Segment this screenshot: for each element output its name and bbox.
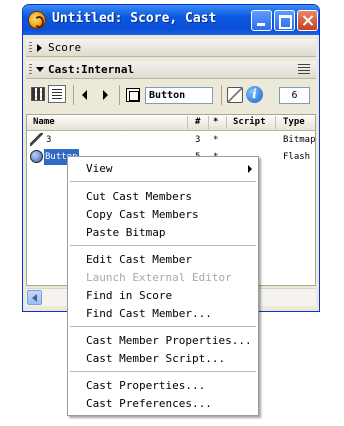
menu-item-cast-member-properties[interactable]: Cast Member Properties... — [86, 333, 252, 349]
director-app-icon[interactable] — [28, 11, 46, 29]
menu-separator — [70, 326, 256, 327]
menu-item-cast-preferences[interactable]: Cast Preferences... — [86, 396, 212, 412]
menu-item-cast-properties[interactable]: Cast Properties... — [86, 378, 205, 394]
row-type: Bitmap — [283, 135, 316, 145]
toolbar-divider — [73, 85, 74, 105]
table-row[interactable]: 3 3 * Bitmap — [27, 132, 315, 148]
row-name: 3 — [46, 135, 52, 145]
maximize-button[interactable] — [274, 10, 295, 31]
context-menu: View Cut Cast Members Copy Cast Members … — [67, 156, 259, 416]
column-header-number[interactable]: # — [195, 115, 200, 130]
member-number-field: 6 — [279, 87, 310, 104]
info-icon[interactable]: i — [246, 86, 263, 103]
flash-button-icon — [30, 150, 43, 163]
column-header-type[interactable]: Type — [283, 115, 305, 130]
menu-item-launch-external-editor: Launch External Editor — [86, 271, 232, 284]
row-number: 3 — [195, 135, 201, 145]
thumbnail-view-icon[interactable] — [31, 87, 45, 101]
window-title: Untitled: Score, Cast — [52, 11, 217, 26]
menu-separator — [70, 245, 256, 246]
drag-member-icon[interactable] — [126, 88, 140, 102]
column-divider[interactable] — [208, 116, 209, 129]
toolbar-divider — [119, 85, 120, 105]
score-panel-header[interactable]: Score — [26, 39, 316, 57]
grip-icon[interactable] — [29, 64, 32, 75]
column-header-star[interactable]: * — [213, 115, 218, 130]
member-name-field[interactable]: Button — [145, 87, 213, 104]
menu-separator — [70, 371, 256, 372]
column-header-name[interactable]: Name — [33, 115, 55, 130]
menu-separator — [70, 181, 256, 182]
close-button[interactable] — [297, 10, 318, 31]
row-type: Flash ( — [283, 152, 315, 162]
menu-item-cast-member-script[interactable]: Cast Member Script... — [86, 351, 225, 367]
row-star: * — [213, 135, 219, 145]
cast-panel-header[interactable]: Cast:Internal — [26, 61, 316, 79]
next-member-icon[interactable] — [103, 90, 108, 100]
column-divider[interactable] — [275, 116, 276, 129]
submenu-arrow-icon — [248, 165, 252, 173]
options-menu-icon[interactable] — [298, 64, 310, 74]
toolbar-divider — [221, 85, 222, 105]
script-icon[interactable] — [227, 87, 243, 103]
list-header: Name # * Script Type — [27, 115, 315, 131]
menu-item-paste-bitmap[interactable]: Paste Bitmap — [86, 225, 165, 241]
cast-panel-label: Cast:Internal — [48, 63, 135, 76]
column-divider[interactable] — [187, 116, 188, 129]
column-divider[interactable] — [226, 116, 227, 129]
title-bar[interactable]: Untitled: Score, Cast — [23, 5, 319, 35]
menu-item-copy-cast-members[interactable]: Copy Cast Members — [86, 207, 199, 223]
collapse-arrow-icon[interactable] — [36, 67, 44, 72]
menu-item-find-in-score[interactable]: Find in Score — [86, 288, 172, 304]
column-header-script[interactable]: Script — [233, 115, 266, 130]
minimize-button[interactable] — [251, 10, 272, 31]
menu-item-find-cast-member[interactable]: Find Cast Member... — [86, 306, 212, 322]
list-view-icon[interactable] — [48, 85, 66, 103]
menu-item-edit-cast-member[interactable]: Edit Cast Member — [86, 252, 192, 268]
cast-toolbar: Button i 6 — [26, 80, 316, 112]
previous-member-icon[interactable] — [82, 90, 87, 100]
grip-icon[interactable] — [29, 42, 32, 53]
bitmap-icon — [30, 133, 43, 146]
expand-arrow-icon[interactable] — [37, 44, 42, 52]
scroll-left-button[interactable] — [27, 290, 42, 305]
menu-item-cut-cast-members[interactable]: Cut Cast Members — [86, 189, 192, 205]
score-panel-label: Score — [48, 41, 82, 54]
menu-item-view[interactable]: View — [86, 161, 113, 177]
